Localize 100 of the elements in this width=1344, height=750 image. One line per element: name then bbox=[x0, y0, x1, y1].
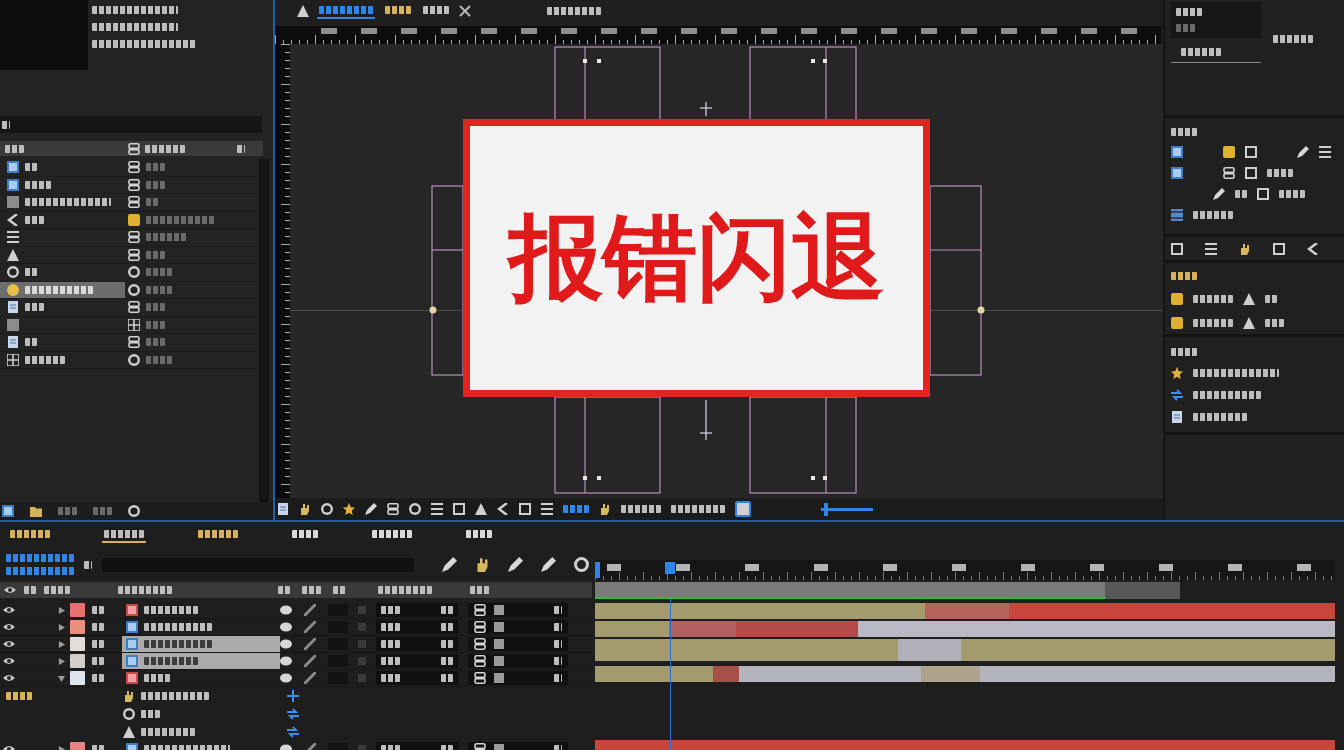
illegible-text bbox=[141, 728, 195, 736]
lines-icon[interactable] bbox=[1205, 242, 1217, 255]
label-swatch-icon[interactable] bbox=[70, 620, 85, 634]
ring-icon[interactable] bbox=[128, 505, 140, 517]
twirl-arrow-icon[interactable] bbox=[58, 623, 65, 631]
twirl-arrow-icon[interactable] bbox=[58, 657, 65, 665]
mode-dropdown[interactable] bbox=[468, 637, 568, 651]
layer-name-cell[interactable] bbox=[122, 636, 280, 652]
slash-icon[interactable] bbox=[304, 672, 316, 684]
slash-icon[interactable] bbox=[304, 655, 316, 667]
square-outline-icon[interactable] bbox=[519, 503, 531, 515]
layer-duration-bar[interactable] bbox=[595, 621, 1335, 637]
pen-icon[interactable] bbox=[442, 557, 457, 572]
work-area-bar[interactable] bbox=[595, 582, 1180, 599]
triangle-icon[interactable] bbox=[475, 503, 487, 515]
label-swatch-icon[interactable] bbox=[70, 671, 85, 685]
document-icon[interactable] bbox=[277, 503, 289, 515]
ring-icon[interactable] bbox=[574, 557, 589, 572]
dropdown-field[interactable] bbox=[1171, 2, 1261, 38]
chevron-icon[interactable] bbox=[497, 503, 509, 515]
label-swatch-icon[interactable] bbox=[70, 603, 85, 617]
eye-icon[interactable] bbox=[3, 655, 15, 667]
mode-dropdown[interactable] bbox=[468, 620, 568, 634]
twirl-arrow-icon[interactable] bbox=[58, 674, 65, 682]
mode-dropdown[interactable] bbox=[468, 671, 568, 685]
lines-icon[interactable] bbox=[1319, 146, 1331, 158]
stacked-squares-icon bbox=[128, 161, 140, 174]
chevron-icon[interactable] bbox=[1307, 242, 1319, 255]
eye-icon[interactable] bbox=[3, 621, 15, 633]
parent-dropdown[interactable] bbox=[376, 637, 458, 651]
pen-icon[interactable] bbox=[1297, 146, 1309, 158]
twirl-arrow-icon[interactable] bbox=[58, 606, 65, 614]
illegible-text bbox=[146, 198, 158, 207]
slash-icon[interactable] bbox=[304, 638, 316, 650]
parent-dropdown[interactable] bbox=[376, 620, 458, 634]
hand-icon[interactable] bbox=[1239, 242, 1251, 255]
eye-icon[interactable] bbox=[3, 638, 15, 650]
label-swatch-icon[interactable] bbox=[70, 654, 85, 668]
label-swatch-icon[interactable] bbox=[70, 637, 85, 651]
parent-dropdown[interactable] bbox=[376, 671, 458, 685]
oval-icon[interactable] bbox=[280, 638, 292, 650]
switch-box[interactable] bbox=[358, 623, 366, 631]
parent-dropdown[interactable] bbox=[376, 603, 458, 617]
folder-icon[interactable] bbox=[30, 505, 42, 517]
layer-name-cell[interactable] bbox=[122, 653, 280, 669]
hand-icon[interactable] bbox=[475, 557, 490, 572]
pen-icon[interactable] bbox=[365, 503, 377, 515]
striped-tile-icon[interactable] bbox=[1171, 209, 1183, 221]
arrows-icon[interactable] bbox=[287, 726, 299, 738]
switch-box[interactable] bbox=[358, 657, 366, 665]
lines-icon[interactable] bbox=[431, 503, 443, 515]
triangle-icon[interactable] bbox=[297, 5, 309, 17]
hand-icon[interactable] bbox=[599, 503, 611, 515]
lines-icon[interactable] bbox=[541, 503, 553, 515]
stacked-squares-icon bbox=[128, 196, 140, 209]
twirl-arrow-icon[interactable] bbox=[58, 745, 65, 750]
eye-icon[interactable] bbox=[3, 604, 15, 616]
close-icon[interactable] bbox=[459, 5, 471, 17]
mode-dropdown[interactable] bbox=[468, 603, 568, 617]
square-icon bbox=[1223, 146, 1235, 158]
oval-icon[interactable] bbox=[280, 604, 292, 616]
arrows-icon[interactable] bbox=[287, 708, 299, 720]
square-outline-icon[interactable] bbox=[1273, 242, 1285, 255]
oval-icon[interactable] bbox=[280, 621, 292, 633]
pen-icon[interactable] bbox=[508, 557, 523, 572]
slider-thumb[interactable] bbox=[823, 502, 828, 516]
parent-dropdown[interactable] bbox=[376, 654, 458, 668]
square-outline-icon[interactable] bbox=[1245, 167, 1257, 179]
image-tile-icon[interactable] bbox=[1171, 146, 1183, 158]
square-outline-icon[interactable] bbox=[1171, 242, 1183, 255]
image-tile-icon[interactable] bbox=[2, 505, 14, 517]
star-icon[interactable] bbox=[343, 503, 355, 515]
pen-icon[interactable] bbox=[1213, 188, 1225, 200]
slash-icon[interactable] bbox=[304, 604, 316, 616]
switch-box[interactable] bbox=[358, 674, 366, 682]
stacked-squares-icon[interactable] bbox=[1223, 167, 1235, 179]
eye-icon[interactable] bbox=[3, 672, 15, 684]
ring-icon[interactable] bbox=[321, 503, 333, 515]
twirl-arrow-icon[interactable] bbox=[58, 640, 65, 648]
switch-box[interactable] bbox=[358, 606, 366, 614]
stacked-squares-icon[interactable] bbox=[387, 503, 399, 515]
square-icon[interactable] bbox=[735, 501, 751, 517]
slash-icon[interactable] bbox=[304, 621, 316, 633]
hand-icon[interactable] bbox=[299, 503, 311, 515]
oval-icon[interactable] bbox=[280, 672, 292, 684]
plus-icon[interactable] bbox=[287, 690, 299, 702]
illegible-text bbox=[278, 586, 290, 594]
switch-box[interactable] bbox=[358, 640, 366, 648]
stacked-squares-icon bbox=[128, 178, 140, 191]
square-outline-icon[interactable] bbox=[1245, 146, 1257, 158]
pen-icon[interactable] bbox=[541, 557, 556, 572]
square-outline-icon[interactable] bbox=[453, 503, 465, 515]
layer-duration-bar[interactable] bbox=[595, 666, 1335, 682]
mode-dropdown[interactable] bbox=[468, 654, 568, 668]
tab[interactable] bbox=[102, 527, 146, 543]
ring-icon[interactable] bbox=[409, 503, 421, 515]
search-field[interactable] bbox=[0, 116, 262, 133]
square-outline-icon[interactable] bbox=[1257, 188, 1269, 200]
image-tile-icon[interactable] bbox=[1171, 167, 1183, 179]
oval-icon[interactable] bbox=[280, 655, 292, 667]
